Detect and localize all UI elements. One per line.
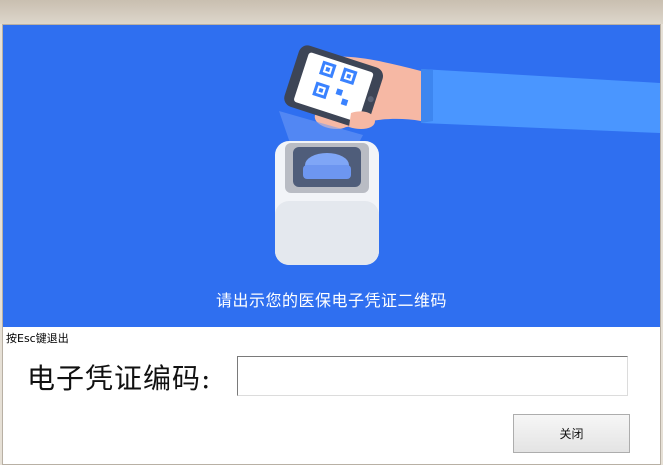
close-button[interactable]: 关闭 (513, 414, 630, 453)
code-field-label: 电子凭证编码: (27, 362, 212, 395)
app-window: 请出示您的医保电子凭证二维码 按Esc键退出 电子凭证编码: 关闭 (0, 0, 663, 465)
scan-prompt-text: 请出示您的医保电子凭证二维码 (215, 291, 447, 310)
scan-banner: 请出示您的医保电子凭证二维码 (3, 25, 660, 327)
title-bar (0, 0, 663, 24)
qr-scan-illustration (275, 45, 660, 265)
electronic-voucher-code-input[interactable] (237, 356, 628, 396)
scan-dialog: 请出示您的医保电子凭证二维码 按Esc键退出 电子凭证编码: 关闭 (2, 24, 661, 465)
esc-exit-hint: 按Esc键退出 (6, 332, 69, 345)
